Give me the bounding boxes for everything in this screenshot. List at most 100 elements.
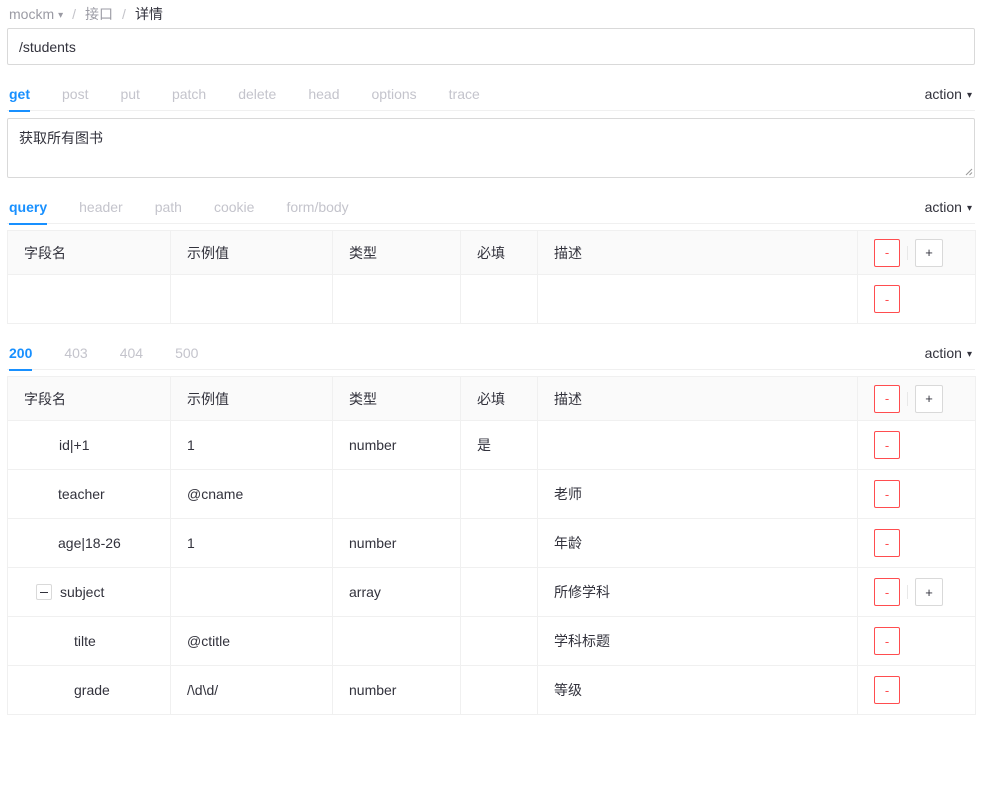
remove-all-button[interactable]: -: [874, 385, 900, 413]
column-header-name: 字段名: [8, 231, 171, 275]
add-row-button[interactable]: +: [915, 239, 943, 267]
breadcrumb-project[interactable]: mockm ▾: [9, 6, 63, 22]
param-action-label: action: [925, 199, 962, 215]
remove-all-button[interactable]: -: [874, 239, 900, 267]
remove-row-button[interactable]: -: [874, 676, 900, 704]
cell-type[interactable]: number: [333, 519, 461, 568]
param-action-menu[interactable]: action ▾: [925, 199, 975, 224]
cell-value[interactable]: [171, 275, 333, 324]
collapse-toggle-icon[interactable]: [36, 584, 52, 600]
cell-type[interactable]: number: [333, 421, 461, 470]
cell-desc[interactable]: [538, 275, 858, 324]
cell-value[interactable]: @cname: [171, 470, 333, 519]
cell-value[interactable]: @ctitle: [171, 617, 333, 666]
cell-name[interactable]: id|+1: [8, 421, 171, 470]
resize-handle-icon[interactable]: [961, 164, 973, 176]
tab-method-options[interactable]: options: [356, 86, 433, 111]
ops-divider: [907, 392, 908, 406]
cell-desc[interactable]: 等级: [538, 666, 858, 715]
response-table-wrap: 字段名 示例值 类型 必填 描述 - +: [0, 370, 982, 715]
column-header-required: 必填: [461, 231, 538, 275]
tab-method-put[interactable]: put: [104, 86, 155, 111]
tab-status-200[interactable]: 200: [7, 345, 48, 370]
tab-param-header[interactable]: header: [63, 199, 139, 224]
cell-name[interactable]: tilte: [8, 617, 171, 666]
cell-desc[interactable]: 学科标题: [538, 617, 858, 666]
cell-value[interactable]: 1: [171, 519, 333, 568]
cell-desc[interactable]: [538, 421, 858, 470]
url-input[interactable]: /students: [7, 28, 975, 65]
column-header-value: 示例值: [171, 377, 333, 421]
tab-method-delete[interactable]: delete: [222, 86, 292, 111]
tab-param-query[interactable]: query: [7, 199, 63, 224]
cell-name[interactable]: grade: [8, 666, 171, 715]
ops-divider: [907, 246, 908, 260]
cell-desc[interactable]: 年龄: [538, 519, 858, 568]
tab-method-trace[interactable]: trace: [433, 86, 496, 111]
cell-required[interactable]: [461, 470, 538, 519]
cell-value[interactable]: /\d\d/: [171, 666, 333, 715]
remove-row-button[interactable]: -: [874, 285, 900, 313]
cell-name[interactable]: [8, 275, 171, 324]
cell-value[interactable]: 1: [171, 421, 333, 470]
cell-required[interactable]: [461, 568, 538, 617]
column-header-desc: 描述: [538, 231, 858, 275]
breadcrumb-item-detail: 详情: [135, 4, 163, 24]
remove-row-button[interactable]: -: [874, 431, 900, 459]
tab-param-path[interactable]: path: [139, 199, 198, 224]
cell-required[interactable]: [461, 519, 538, 568]
cell-desc[interactable]: 所修学科: [538, 568, 858, 617]
tab-method-patch[interactable]: patch: [156, 86, 222, 111]
cell-type[interactable]: array: [333, 568, 461, 617]
remove-row-button[interactable]: -: [874, 529, 900, 557]
column-header-desc: 描述: [538, 377, 858, 421]
table-row: teacher @cname 老师 -: [8, 470, 976, 519]
cell-ops: -: [858, 519, 976, 568]
tab-method-head[interactable]: head: [292, 86, 355, 111]
tab-status-404[interactable]: 404: [104, 345, 159, 370]
cell-type[interactable]: number: [333, 666, 461, 715]
add-child-row-button[interactable]: +: [915, 578, 943, 606]
cell-type[interactable]: [333, 617, 461, 666]
tab-param-cookie[interactable]: cookie: [198, 199, 270, 224]
cell-type[interactable]: [333, 470, 461, 519]
tab-status-403[interactable]: 403: [48, 345, 103, 370]
breadcrumb-project-label: mockm: [9, 6, 54, 22]
cell-required[interactable]: [461, 275, 538, 324]
remove-row-button[interactable]: -: [874, 627, 900, 655]
table-header-row: 字段名 示例值 类型 必填 描述 - +: [8, 377, 976, 421]
column-header-type: 类型: [333, 377, 461, 421]
description-textarea[interactable]: 获取所有图书: [7, 118, 975, 178]
chevron-down-icon: ▾: [967, 90, 972, 101]
column-header-ops: - +: [858, 231, 976, 275]
breadcrumb: mockm ▾ / 接口 / 详情: [0, 0, 982, 28]
remove-row-button[interactable]: -: [874, 480, 900, 508]
table-row: -: [8, 275, 976, 324]
cell-required[interactable]: [461, 617, 538, 666]
param-tabs: query header path cookie form/body: [7, 199, 365, 224]
method-action-menu[interactable]: action ▾: [925, 86, 975, 111]
cell-name[interactable]: age|18-26: [8, 519, 171, 568]
cell-name[interactable]: teacher: [8, 470, 171, 519]
status-action-menu[interactable]: action ▾: [925, 345, 975, 370]
cell-required[interactable]: [461, 666, 538, 715]
tab-param-formbody[interactable]: form/body: [270, 199, 364, 224]
cell-value[interactable]: [171, 568, 333, 617]
tab-method-post[interactable]: post: [46, 86, 104, 111]
table-row: tilte @ctitle 学科标题 -: [8, 617, 976, 666]
cell-name[interactable]: subject: [8, 568, 171, 617]
cell-ops: - +: [858, 568, 976, 617]
breadcrumb-item-interface[interactable]: 接口: [85, 4, 113, 24]
status-tabs: 200 403 404 500: [7, 345, 214, 370]
tab-method-get[interactable]: get: [7, 86, 46, 111]
cell-type[interactable]: [333, 275, 461, 324]
cell-required[interactable]: 是: [461, 421, 538, 470]
tab-status-500[interactable]: 500: [159, 345, 214, 370]
cell-desc[interactable]: 老师: [538, 470, 858, 519]
breadcrumb-separator-2: /: [122, 6, 126, 22]
table-row: age|18-26 1 number 年龄 -: [8, 519, 976, 568]
add-row-button[interactable]: +: [915, 385, 943, 413]
chevron-down-icon: ▾: [967, 203, 972, 214]
description-text: 获取所有图书: [19, 130, 103, 146]
remove-row-button[interactable]: -: [874, 578, 900, 606]
